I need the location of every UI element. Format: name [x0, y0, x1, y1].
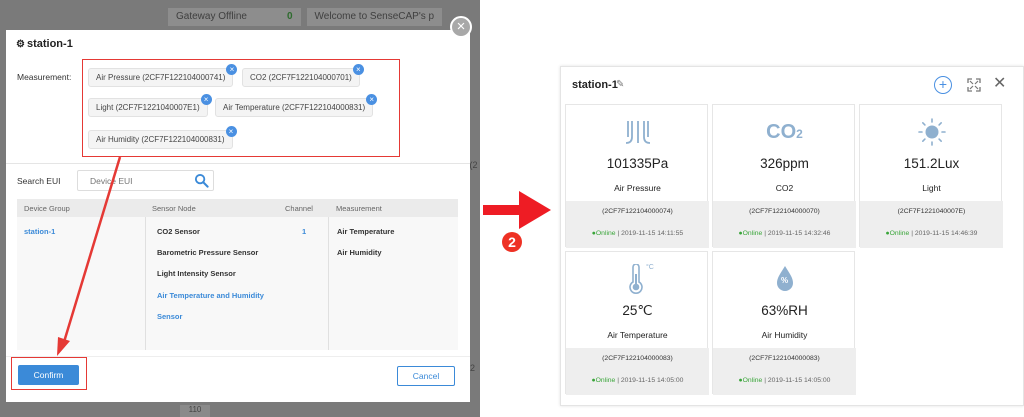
card-footer: (2CF7F122104000083) ●Online | 2019-11-15… [566, 348, 709, 395]
status-text: Online [889, 230, 910, 237]
pressure-icon [566, 117, 709, 147]
annotation-arrow [57, 156, 122, 356]
device-eui: (2CF7F122104000083) [749, 355, 820, 362]
status-text: Online [742, 377, 763, 384]
sensor-name: CO2 [775, 183, 794, 193]
sensor-value: 25℃ [622, 303, 653, 318]
expand-icon[interactable] [967, 78, 981, 92]
sensor-card-light[interactable]: 151.2Lux Light (2CF7F1221040007E) ●Onlin… [859, 104, 1003, 248]
online-status: ●Online | 2019-11-15 14:05:00 [738, 377, 831, 384]
status-text: Online [595, 230, 616, 237]
sensor-card-air-pressure[interactable]: 101335Pa Air Pressure (2CF7F122104000074… [565, 104, 709, 248]
next-step-arrow-icon [483, 191, 551, 229]
step-number-badge: 2 [502, 232, 522, 252]
co2-icon: CO2 [713, 117, 856, 147]
co2-icon-text: CO [766, 121, 797, 143]
humidity-icon-percent: % [780, 276, 789, 285]
online-status: ●Online | 2019-11-15 14:32:46 [738, 230, 831, 237]
device-eui: (2CF7F122104000074) [602, 208, 673, 215]
background-app: Gateway Offline 0 Welcome to SenseCAP's p… [0, 0, 480, 417]
sensor-value: 151.2Lux [903, 156, 960, 171]
card-footer: (2CF7F1221040007E) ●Online | 2019-11-15 … [860, 201, 1003, 248]
sensor-name: Air Pressure [614, 183, 661, 193]
device-eui: (2CF7F122104000083) [602, 355, 673, 362]
humidity-drop-icon: % [713, 264, 856, 294]
sensor-value: 326ppm [760, 156, 809, 171]
status-text: Online [595, 377, 616, 384]
device-eui: (2CF7F122104000070) [749, 208, 820, 215]
sensor-value: 63%RH [761, 303, 808, 318]
sensor-card-co2[interactable]: CO2 326ppm CO2 (2CF7F122104000070) ●Onli… [712, 104, 856, 248]
online-status: ●Online | 2019-11-15 14:11:55 [591, 230, 684, 237]
close-panel-icon[interactable]: ✕ [993, 75, 1006, 93]
card-footer: (2CF7F122104000074) ●Online | 2019-11-15… [566, 201, 709, 248]
thermometer-icon: °C [566, 263, 709, 294]
sensor-value: 101335Pa [606, 156, 669, 171]
sun-icon [860, 117, 1003, 147]
sensor-card-air-humidity[interactable]: % 63%RH Air Humidity (2CF7F122104000083)… [712, 251, 856, 395]
sensor-card-air-temperature[interactable]: °C 25℃ Air Temperature (2CF7F12210400008… [565, 251, 709, 395]
status-time: | 2019-11-15 14:05:00 [617, 377, 684, 384]
device-eui: (2CF7F1221040007E) [897, 208, 966, 215]
card-footer: (2CF7F122104000083) ●Online | 2019-11-15… [713, 348, 856, 395]
status-time: | 2019-11-15 14:46:39 [911, 230, 978, 237]
card-footer: (2CF7F122104000070) ●Online | 2019-11-15… [713, 201, 856, 248]
edit-pencil-icon[interactable]: ✎ [616, 79, 624, 90]
panel-title: station-1 [572, 79, 618, 91]
sensor-name: Light [922, 183, 941, 193]
add-widget-icon[interactable]: + [934, 76, 952, 94]
celsius-unit-label: °C [646, 264, 654, 271]
status-time: | 2019-11-15 14:05:00 [764, 377, 831, 384]
sensor-name: Air Humidity [761, 330, 808, 340]
status-time: | 2019-11-15 14:32:46 [764, 230, 831, 237]
status-text: Online [742, 230, 763, 237]
status-time: | 2019-11-15 14:11:55 [617, 230, 684, 237]
station-dashboard-panel: station-1 ✎ + ✕ 101335Pa Air Pressure (2… [560, 66, 1024, 406]
online-status: ●Online | 2019-11-15 14:05:00 [591, 377, 684, 384]
co2-icon-subscript: 2 [796, 127, 803, 141]
sensor-name: Air Temperature [607, 330, 668, 340]
online-status: ●Online | 2019-11-15 14:46:39 [885, 230, 978, 237]
